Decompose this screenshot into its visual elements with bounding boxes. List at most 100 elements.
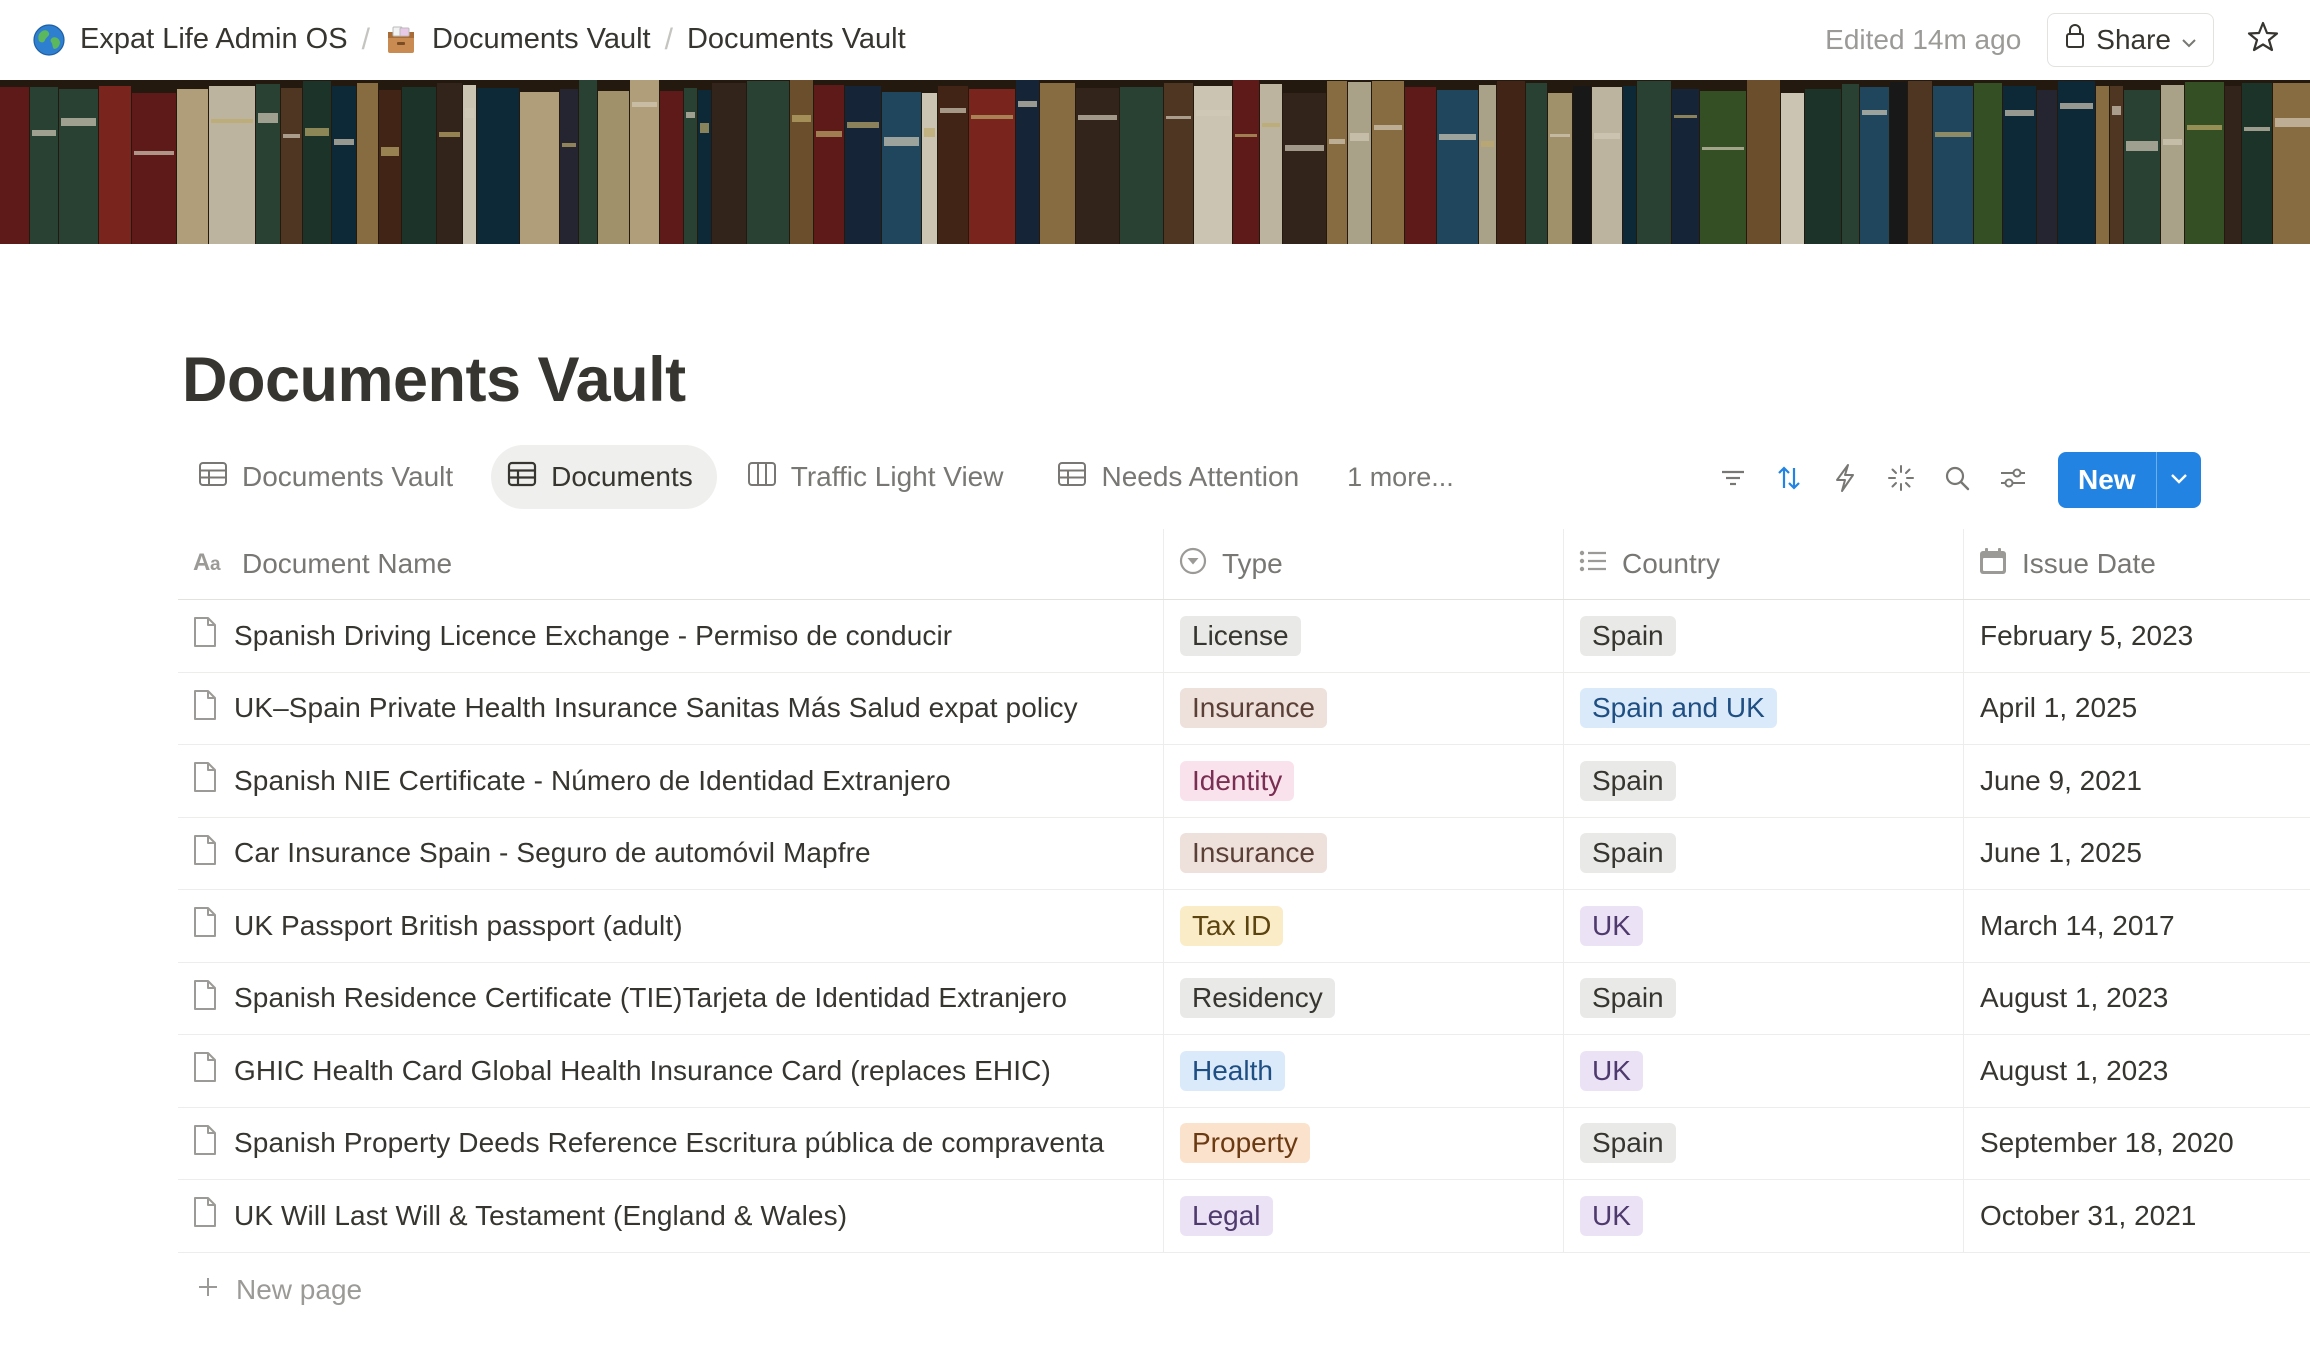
document-name[interactable]: Spanish Driving Licence Exchange - Permi…	[234, 620, 952, 652]
sort-button[interactable]	[1770, 461, 1808, 499]
cell-country[interactable]: Spain	[1563, 962, 1963, 1034]
tab-documents[interactable]: Documents	[491, 445, 717, 509]
table-row[interactable]: Spanish Driving Licence Exchange - Permi…	[178, 600, 2310, 673]
table-row[interactable]: UK Passport British passport (adult) Tax …	[178, 890, 2310, 963]
table-row[interactable]: UK Will Last Will & Testament (England &…	[178, 1180, 2310, 1253]
cell-issue-date[interactable]: March 14, 2017	[1963, 890, 2310, 962]
cell-issue-date[interactable]: June 1, 2025	[1963, 817, 2310, 889]
lightning-icon	[1833, 463, 1857, 498]
country-tag: UK	[1580, 1050, 1643, 1091]
cell-country[interactable]: Spain	[1563, 600, 1963, 672]
cell-issue-date[interactable]: June 9, 2021	[1963, 745, 2310, 817]
cell-type[interactable]: Identity	[1163, 745, 1563, 817]
chevron-down-icon	[2169, 471, 2189, 490]
cell-document-name[interactable]: GHIC Health Card Global Health Insurance…	[178, 1035, 1163, 1107]
svg-text:A: A	[193, 549, 210, 574]
page-title[interactable]: Documents Vault	[182, 344, 686, 416]
column-header-type[interactable]: Type	[1163, 529, 1563, 599]
type-tag: Tax ID	[1180, 905, 1284, 946]
cell-issue-date[interactable]: September 18, 2020	[1963, 1107, 2310, 1179]
cell-document-name[interactable]: Spanish NIE Certificate - Número de Iden…	[178, 745, 1163, 817]
country-tag: UK	[1580, 1195, 1643, 1236]
cover-image[interactable]	[0, 80, 2310, 244]
cell-document-name[interactable]: Spanish Property Deeds Reference Escritu…	[178, 1108, 1163, 1180]
column-header-document-name[interactable]: Aa Document Name	[178, 529, 1163, 599]
select-icon	[1178, 546, 1208, 583]
filter-button[interactable]	[1714, 461, 1752, 499]
table-row[interactable]: Spanish Residence Certificate (TIE)Tarje…	[178, 962, 2310, 1035]
tab-documents-vault[interactable]: Documents Vault	[182, 445, 477, 509]
table-row[interactable]: GHIC Health Card Global Health Insurance…	[178, 1035, 2310, 1108]
cell-document-name[interactable]: UK Passport British passport (adult)	[178, 890, 1163, 962]
cell-country[interactable]: UK	[1563, 1035, 1963, 1107]
calendar-icon	[1978, 546, 2008, 583]
new-page-label: New page	[236, 1273, 363, 1305]
cell-country[interactable]: Spain	[1563, 817, 1963, 889]
table-row[interactable]: UK–Spain Private Health Insurance Sanita…	[178, 672, 2310, 745]
share-button[interactable]: Share	[2047, 12, 2214, 67]
tab-traffic-light-view[interactable]: Traffic Light View	[731, 445, 1028, 509]
search-button[interactable]	[1938, 461, 1976, 499]
database-toolbar: New	[1714, 452, 2201, 508]
column-label: Document Name	[242, 548, 453, 579]
cell-type[interactable]: Insurance	[1163, 672, 1563, 744]
country-tag: Spain	[1580, 760, 1676, 801]
table-header: Aa Document Name Type Country Issue Date	[178, 529, 2310, 600]
tab-needs-attention[interactable]: Needs Attention	[1041, 445, 1323, 509]
table-row[interactable]: Spanish NIE Certificate - Número de Iden…	[178, 745, 2310, 818]
cell-country[interactable]: Spain	[1563, 745, 1963, 817]
cell-type[interactable]: License	[1163, 600, 1563, 672]
view-settings-button[interactable]	[1994, 461, 2032, 499]
document-name[interactable]: Car Insurance Spain - Seguro de automóvi…	[234, 837, 871, 869]
cell-country[interactable]: UK	[1563, 1180, 1963, 1252]
cell-type[interactable]: Tax ID	[1163, 890, 1563, 962]
cell-type[interactable]: Property	[1163, 1107, 1563, 1179]
cell-country[interactable]: UK	[1563, 890, 1963, 962]
new-page-button[interactable]: New page	[178, 1253, 2310, 1327]
cell-issue-date[interactable]: February 5, 2023	[1963, 600, 2310, 672]
table-body: Spanish Driving Licence Exchange - Permi…	[178, 600, 2310, 1253]
page-icon	[192, 834, 218, 873]
type-tag: Insurance	[1180, 833, 1327, 874]
column-header-issue-date[interactable]: Issue Date	[1963, 529, 2310, 599]
cell-country[interactable]: Spain	[1563, 1107, 1963, 1179]
page-icon	[192, 1051, 218, 1090]
breadcrumb-item-workspace[interactable]: Expat Life Admin OS	[24, 17, 356, 63]
cell-issue-date[interactable]: April 1, 2025	[1963, 672, 2310, 744]
ai-button[interactable]	[1882, 461, 1920, 499]
cell-type[interactable]: Health	[1163, 1035, 1563, 1107]
cell-document-name[interactable]: UK Will Last Will & Testament (England &…	[178, 1180, 1163, 1252]
cell-document-name[interactable]: Car Insurance Spain - Seguro de automóvi…	[178, 818, 1163, 890]
cell-document-name[interactable]: UK–Spain Private Health Insurance Sanita…	[178, 673, 1163, 745]
cell-document-name[interactable]: Spanish Driving Licence Exchange - Permi…	[178, 600, 1163, 672]
cell-document-name[interactable]: Spanish Residence Certificate (TIE)Tarje…	[178, 963, 1163, 1035]
page-icon	[192, 689, 218, 728]
document-name[interactable]: UK–Spain Private Health Insurance Sanita…	[234, 692, 1078, 724]
new-button[interactable]: New	[2058, 452, 2156, 508]
document-name[interactable]: Spanish Property Deeds Reference Escritu…	[234, 1127, 1104, 1159]
column-header-country[interactable]: Country	[1563, 529, 1963, 599]
document-name[interactable]: Spanish NIE Certificate - Número de Iden…	[234, 765, 951, 797]
table-row[interactable]: Car Insurance Spain - Seguro de automóvi…	[178, 817, 2310, 890]
document-name[interactable]: UK Passport British passport (adult)	[234, 910, 683, 942]
automations-button[interactable]	[1826, 461, 1864, 499]
cell-issue-date[interactable]: August 1, 2023	[1963, 1035, 2310, 1107]
more-views-button[interactable]: 1 more...	[1337, 462, 1464, 493]
sort-icon	[1775, 464, 1803, 497]
cell-type[interactable]: Residency	[1163, 962, 1563, 1034]
table-row[interactable]: Spanish Property Deeds Reference Escritu…	[178, 1107, 2310, 1180]
type-tag: Property	[1180, 1123, 1310, 1164]
document-name[interactable]: GHIC Health Card Global Health Insurance…	[234, 1055, 1051, 1087]
cell-issue-date[interactable]: October 31, 2021	[1963, 1180, 2310, 1252]
breadcrumb-item-current[interactable]: Documents Vault	[679, 17, 914, 62]
document-name[interactable]: UK Will Last Will & Testament (England &…	[234, 1200, 847, 1232]
cell-issue-date[interactable]: August 1, 2023	[1963, 962, 2310, 1034]
new-dropdown-button[interactable]	[2155, 452, 2201, 508]
cell-country[interactable]: Spain and UK	[1563, 672, 1963, 744]
cell-type[interactable]: Legal	[1163, 1180, 1563, 1252]
favorite-button[interactable]	[2240, 17, 2286, 63]
star-icon	[2246, 20, 2280, 59]
breadcrumb-item-parent[interactable]: Documents Vault	[376, 17, 659, 63]
cell-type[interactable]: Insurance	[1163, 817, 1563, 889]
document-name[interactable]: Spanish Residence Certificate (TIE)Tarje…	[234, 982, 1067, 1014]
